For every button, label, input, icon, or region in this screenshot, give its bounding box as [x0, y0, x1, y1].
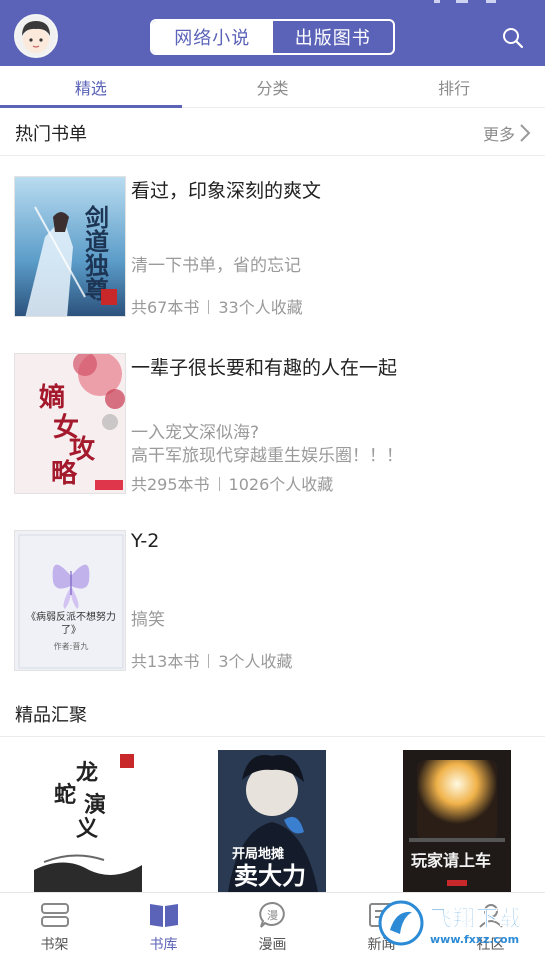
book-list-item[interactable]: 嫡 女 攻 略 一辈子很长要和有趣的人在一起 一入宠文深似海? 高干军旅现代穿越… [0, 353, 545, 498]
nav-comics[interactable]: 漫 漫画 [218, 893, 327, 957]
section-title: 精品汇聚 [15, 705, 87, 726]
list-description-line2: 高干军旅现代穿越重生娱乐圈！！！ [131, 446, 403, 466]
list-title: 看过，印象深刻的爽文 [131, 180, 322, 202]
comic-icon: 漫 [258, 901, 285, 928]
nav-library[interactable]: 书库 [109, 893, 218, 957]
list-title: 一辈子很长要和有趣的人在一起 [131, 357, 398, 379]
featured-book-cover[interactable]: 开局地摊 卖大力 [218, 750, 326, 892]
nav-label: 书架 [40, 937, 69, 953]
cover-title-text: 《病弱反派不想努力了》 [26, 612, 116, 636]
featured-header: 精品汇聚 [0, 689, 545, 737]
book-count: 共295本书 [131, 475, 210, 494]
section-title: 热门书单 [15, 124, 87, 145]
book-count: 共67本书 [131, 298, 200, 317]
svg-text:玩家请上车: 玩家请上车 [411, 851, 491, 870]
book-count: 共13本书 [131, 652, 200, 671]
svg-text:义: 义 [76, 816, 98, 842]
list-cover-image: 《病弱反派不想努力了》 作者:晋九 [14, 530, 126, 671]
divider [208, 300, 210, 314]
nav-label: 书库 [149, 937, 178, 953]
library-tabs: 精选 分类 排行 [0, 66, 545, 108]
segment-web-novels[interactable]: 网络小说 [152, 21, 273, 53]
svg-text:漫: 漫 [267, 908, 278, 922]
list-description: 一入宠文深似海? [131, 423, 260, 443]
hot-lists-header: 热门书单 更多 [0, 108, 545, 156]
book-list-item[interactable]: 《病弱反派不想努力了》 作者:晋九 Y-2 搞笑 共13本书 3个人收藏 [0, 530, 545, 675]
top-app-bar: 网络小说 出版图书 [0, 0, 545, 66]
watermark-en: www.fxxz.com [430, 932, 520, 946]
watermark-logo-icon [378, 900, 424, 946]
tab-rankings[interactable]: 排行 [363, 66, 545, 107]
favorite-count: 1026个人收藏 [228, 475, 334, 494]
more-button[interactable]: 更多 [483, 121, 531, 145]
site-watermark: 飞翔下载 www.fxxz.com [378, 897, 538, 949]
list-stats: 共13本书 3个人收藏 [131, 648, 293, 672]
divider [208, 654, 210, 668]
list-description: 清一下书单，省的忘记 [131, 256, 301, 276]
svg-text:略: 略 [51, 458, 78, 489]
list-stats: 共67本书 33个人收藏 [131, 294, 303, 318]
svg-text:开局地摊: 开局地摊 [232, 846, 284, 862]
content-type-switch: 网络小说 出版图书 [150, 19, 395, 55]
list-stats: 共295本书 1026个人收藏 [131, 471, 333, 495]
bookshelf-icon [40, 903, 69, 927]
svg-text:蛇: 蛇 [54, 782, 76, 808]
tab-featured[interactable]: 精选 [0, 66, 182, 108]
search-icon[interactable] [501, 26, 525, 50]
cover-author-text: 作者:晋九 [53, 642, 89, 651]
list-title: Y-2 [131, 530, 160, 552]
chevron-right-icon [520, 124, 531, 142]
cover-title-text: 剑道独尊 [81, 204, 110, 302]
divider [218, 477, 220, 491]
nav-label: 漫画 [258, 937, 287, 953]
list-cover-image: 嫡 女 攻 略 [14, 353, 126, 494]
svg-text:龙: 龙 [76, 760, 98, 786]
nav-bookshelf[interactable]: 书架 [0, 893, 109, 957]
favorite-count: 3个人收藏 [218, 652, 293, 671]
svg-text:嫡: 嫡 [39, 382, 65, 413]
open-book-icon [149, 904, 178, 927]
featured-book-cover[interactable]: 龙 蛇 演 义 [34, 750, 142, 892]
more-label: 更多 [482, 125, 515, 144]
tab-categories[interactable]: 分类 [182, 66, 364, 107]
svg-text:卖大力: 卖大力 [234, 861, 306, 890]
user-avatar[interactable] [14, 14, 58, 58]
segment-published-books[interactable]: 出版图书 [273, 21, 394, 53]
status-bar-icons [434, 0, 496, 3]
list-description: 搞笑 [131, 610, 165, 630]
featured-book-cover[interactable]: 玩家请上车 [403, 750, 511, 892]
list-cover-image: 剑道独尊 [14, 176, 126, 317]
book-list-item[interactable]: 剑道独尊 看过，印象深刻的爽文 清一下书单，省的忘记 共67本书 33个人收藏 [0, 176, 545, 321]
watermark-cn: 飞翔下载 [430, 906, 523, 932]
svg-text:演: 演 [84, 792, 106, 818]
favorite-count: 33个人收藏 [218, 298, 303, 317]
